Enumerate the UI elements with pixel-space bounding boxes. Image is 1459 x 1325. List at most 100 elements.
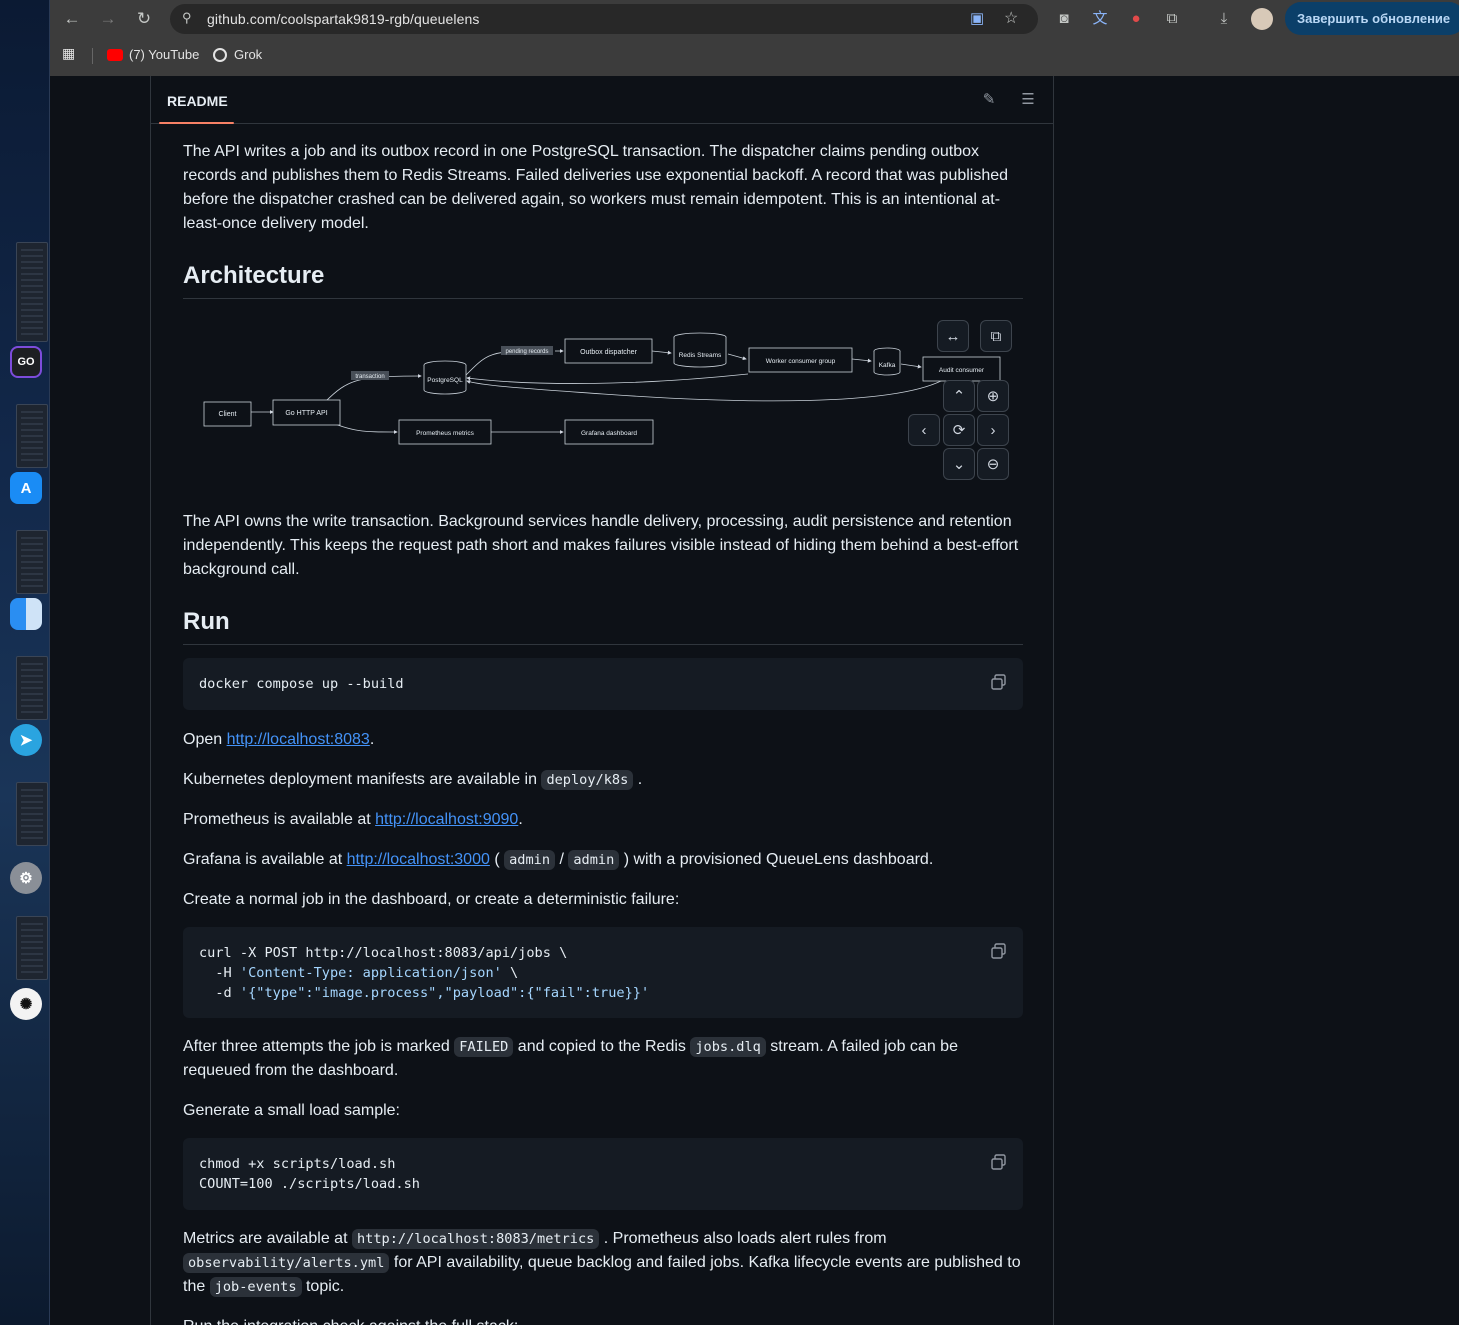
node-prometheus-label: Prometheus metrics [416, 430, 475, 437]
window-thumbnail[interactable] [16, 530, 48, 594]
finder-icon[interactable] [10, 598, 42, 630]
code-line: -d '{"type":"image.process","payload":{"… [199, 985, 650, 1001]
edge-label-pending: pending records [505, 349, 548, 355]
youtube-icon [107, 49, 123, 61]
node-dispatcher-label: Outbox dispatcher [580, 349, 637, 356]
edge-worker-postgres [466, 373, 749, 384]
edge-worker-kafka [851, 358, 872, 363]
apps-grid-icon[interactable]: ▦ [62, 45, 75, 62]
inline-code: FAILED [454, 1037, 514, 1057]
architecture-diagram: Client Go HTTP API transaction PostgreSQ… [183, 314, 1023, 494]
window-thumbnail[interactable] [16, 782, 48, 846]
back-icon[interactable]: ← [61, 8, 83, 30]
active-tab-underline [159, 122, 234, 124]
diagram-copy-button[interactable]: ⧉ [980, 320, 1012, 352]
edit-pencil-icon[interactable]: ✎ [980, 91, 998, 109]
adblock-icon[interactable]: ● [1125, 8, 1147, 30]
downloads-icon[interactable]: ⤓ [1213, 8, 1235, 30]
node-kafka-label: Kafka [879, 362, 896, 369]
cast-icon[interactable]: ▣ [970, 9, 984, 27]
inline-code: admin [504, 850, 556, 870]
diagram-reset-button[interactable]: ⟳ [943, 414, 975, 446]
localhost-3000-link[interactable]: http://localhost:3000 [347, 851, 490, 868]
intro-paragraph: The API writes a job and its outbox reco… [183, 143, 1009, 232]
diagram-pan-left-button[interactable]: ‹ [908, 414, 940, 446]
system-settings-icon[interactable]: ⚙ [10, 862, 42, 894]
readme-panel: README ✎ ☰ The API writes a job and its … [150, 76, 1054, 1325]
architecture-paragraph: The API owns the write transaction. Back… [183, 513, 1019, 578]
extension-glasses-icon[interactable]: ◙ [1053, 8, 1075, 30]
browser-toolbar: ← → ↻ ⚲ github.com/coolspartak9819-rgb/q… [50, 0, 1459, 76]
bookmark-star-icon[interactable]: ☆ [1004, 8, 1018, 28]
diagram-pan-down-button[interactable]: ⌄ [943, 448, 975, 480]
node-redis-label: Redis Streams [679, 352, 722, 359]
load-intro-paragraph: Generate a small load sample: [183, 1102, 400, 1119]
omnibox-row: ← → ↻ ⚲ github.com/coolspartak9819-rgb/q… [50, 0, 1459, 38]
goland-icon[interactable]: GO [10, 346, 42, 378]
bookmark-youtube[interactable]: (7) YouTube [129, 47, 199, 62]
code-line: chmod +x scripts/load.sh [199, 1156, 396, 1172]
outline-list-icon[interactable]: ☰ [1019, 91, 1037, 109]
readme-header: README ✎ ☰ [151, 76, 1053, 124]
diagram-zoom-in-button[interactable]: ⊕ [977, 380, 1009, 412]
copy-icon[interactable] [989, 1152, 1009, 1172]
profile-avatar[interactable] [1251, 8, 1273, 30]
translate-icon[interactable]: 文 [1089, 8, 1111, 30]
extensions-puzzle-icon[interactable]: ⧉ [1161, 8, 1183, 30]
diagram-fit-width-button[interactable]: ↔ [937, 320, 969, 352]
node-client-label: Client [219, 411, 237, 418]
window-thumbnail[interactable] [16, 242, 48, 342]
chevron-right-icon: › [990, 421, 996, 439]
forward-icon[interactable]: → [97, 8, 119, 30]
chevron-down-icon: ⌄ [952, 456, 966, 473]
edge-dispatcher-redis [651, 350, 672, 355]
grafana-paragraph: Grafana is available at http://localhost… [183, 850, 934, 870]
window-thumbnail[interactable] [16, 656, 48, 720]
inline-code: job-events [209, 1277, 302, 1297]
chatgpt-icon[interactable]: ✺ [10, 988, 42, 1020]
run-code-block: docker compose up --build [183, 658, 1023, 710]
inline-code: admin [568, 850, 620, 870]
chevron-up-icon: ⌃ [952, 388, 966, 405]
expand-horizontal-icon: ↔ [945, 327, 961, 345]
node-worker-label: Worker consumer group [766, 358, 836, 365]
code-line: curl -X POST http://localhost:8083/api/j… [199, 945, 568, 961]
load-code-block: chmod +x scripts/load.sh COUNT=100 ./scr… [183, 1138, 1023, 1210]
create-job-paragraph: Create a normal job in the dashboard, or… [183, 891, 680, 908]
diagram-zoom-out-button[interactable]: ⊖ [977, 448, 1009, 480]
site-settings-icon[interactable]: ⚲ [182, 10, 192, 26]
readme-tab[interactable]: README [167, 93, 228, 109]
code-line: docker compose up --build [199, 676, 404, 692]
diagram-pan-up-button[interactable]: ⌃ [943, 380, 975, 412]
bookmark-divider [92, 48, 93, 64]
architecture-heading: Architecture [183, 262, 1023, 299]
reset-icon: ⟳ [952, 422, 966, 439]
prometheus-paragraph: Prometheus is available at http://localh… [183, 811, 523, 828]
code-line: -H 'Content-Type: application/json' \ [199, 965, 519, 981]
bookmarks-bar: ▦ (7) YouTube Grok [50, 40, 1459, 70]
bookmark-grok[interactable]: Grok [234, 47, 262, 62]
update-button[interactable]: Завершить обновление [1285, 2, 1459, 35]
window-thumbnail[interactable] [16, 916, 48, 980]
zoom-in-icon: ⊕ [986, 388, 1000, 405]
integration-paragraph: Run the integration check against the fu… [183, 1315, 1023, 1325]
telegram-icon[interactable]: ➤ [10, 724, 42, 756]
address-bar[interactable]: ⚲ github.com/coolspartak9819-rgb/queuele… [170, 4, 1038, 34]
reload-icon[interactable]: ↻ [133, 8, 155, 30]
localhost-9090-link[interactable]: http://localhost:9090 [375, 811, 518, 828]
localhost-8083-link[interactable]: http://localhost:8083 [227, 731, 370, 748]
zoom-out-icon: ⊖ [986, 456, 1000, 473]
window-thumbnail[interactable] [16, 404, 48, 468]
inline-code: deploy/k8s [541, 770, 634, 790]
url-text: github.com/coolspartak9819-rgb/queuelens [207, 11, 480, 27]
open-paragraph: Open http://localhost:8083. [183, 731, 375, 748]
copy-icon[interactable] [989, 672, 1009, 692]
page-gutter [50, 76, 150, 1325]
app-store-icon[interactable]: A [10, 472, 42, 504]
k8s-paragraph: Kubernetes deployment manifests are avai… [183, 770, 643, 790]
metrics-paragraph: Metrics are available at http://localhos… [183, 1229, 1021, 1297]
node-audit-label: Audit consumer [939, 367, 985, 374]
edge-kafka-audit [900, 363, 922, 369]
copy-icon[interactable] [989, 941, 1009, 961]
diagram-pan-right-button[interactable]: › [977, 414, 1009, 446]
